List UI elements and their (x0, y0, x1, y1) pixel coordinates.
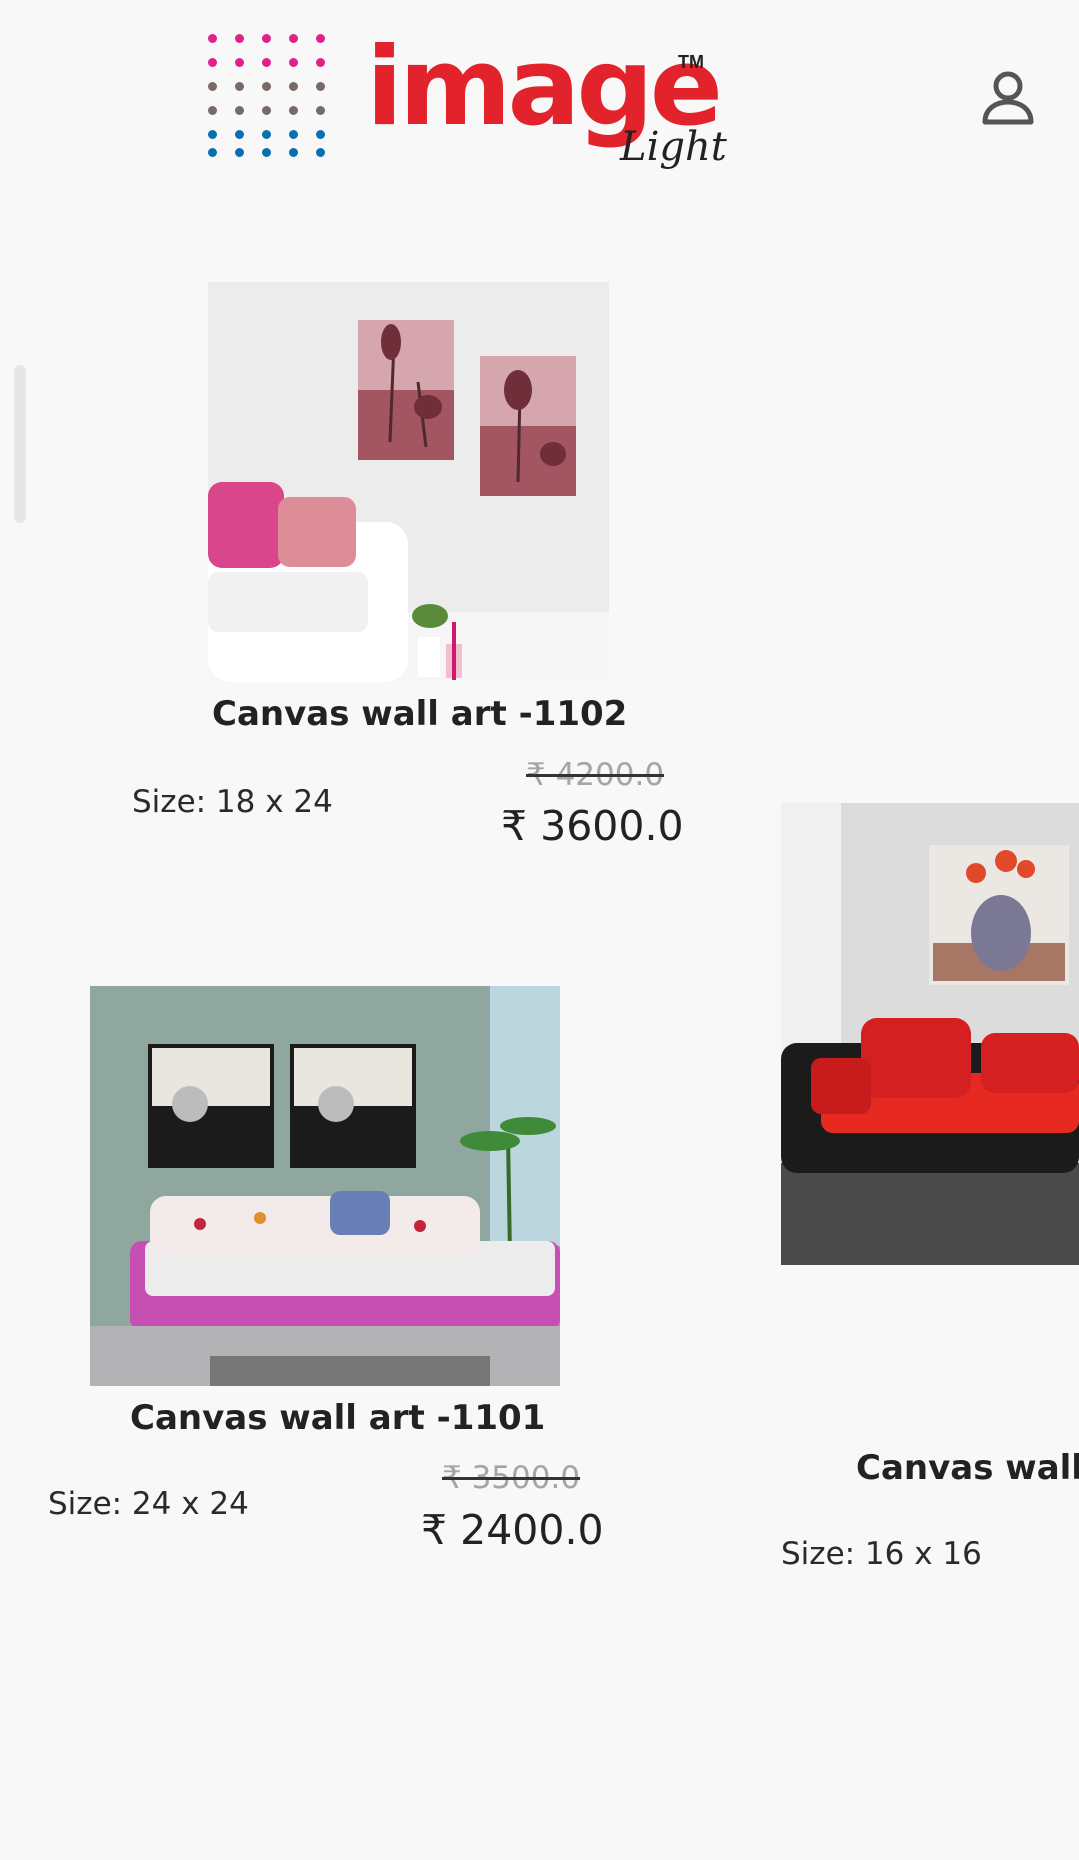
product-original-price: ₹ 4200.0 (526, 757, 665, 793)
product-size: Size: 24 x 24 (48, 1486, 249, 1522)
product-original-price: ₹ 3500.0 (442, 1460, 581, 1496)
product-image[interactable] (781, 803, 1079, 1265)
product-size: Size: 18 x 24 (132, 784, 333, 820)
product-size: Size: 16 x 16 (781, 1536, 982, 1572)
product-title[interactable]: Canvas wall art -1101 (130, 1398, 545, 1438)
product-title[interactable]: Canvas wall art -1102 (212, 694, 627, 734)
user-icon[interactable] (980, 68, 1036, 128)
logo-dot-grid (208, 34, 344, 160)
product-price: ₹ 2400.0 (421, 1506, 604, 1554)
brand-logo[interactable]: image TM Light (208, 34, 732, 184)
logo-trademark: TM (678, 52, 704, 72)
product-title[interactable]: Canvas wall (856, 1448, 1079, 1488)
product-price: ₹ 3600.0 (501, 802, 684, 850)
product-image[interactable] (208, 282, 609, 682)
product-image[interactable] (90, 986, 560, 1386)
scrollbar[interactable] (14, 365, 26, 523)
logo-subtitle: Light (620, 124, 727, 170)
